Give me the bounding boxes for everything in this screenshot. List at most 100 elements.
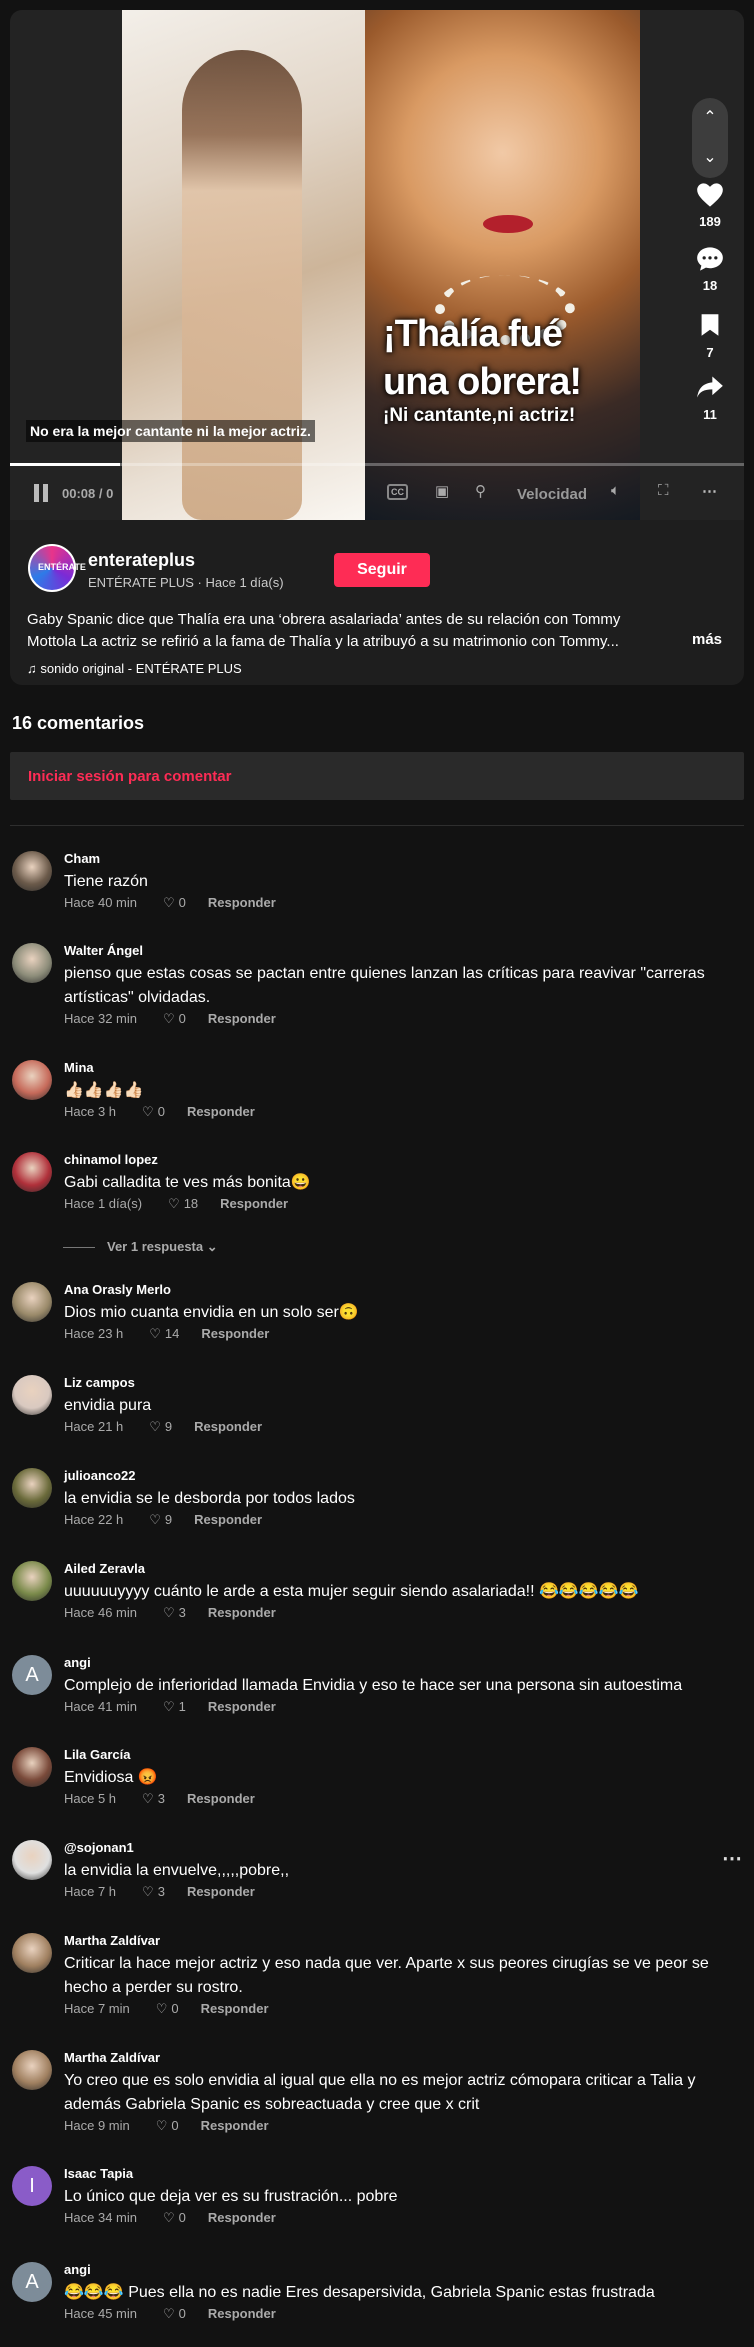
reply-button[interactable]: Responder: [208, 2306, 276, 2321]
sound-link[interactable]: ♫ sonido original - ENTÉRATE PLUS: [27, 661, 242, 676]
heart-outline-icon[interactable]: ♡: [142, 1104, 154, 1120]
more-link[interactable]: más: [692, 631, 722, 648]
commenter-name[interactable]: Cham: [64, 851, 100, 866]
cc-icon[interactable]: CC: [387, 484, 408, 500]
reply-button[interactable]: Responder: [187, 1791, 255, 1806]
commenter-avatar[interactable]: [12, 1282, 52, 1322]
commenter-name[interactable]: Ailed Zeravla: [64, 1561, 145, 1576]
save-action[interactable]: 7: [686, 313, 734, 360]
speed-button[interactable]: Velocidad: [517, 486, 587, 503]
chevron-up-icon[interactable]: ⌃: [692, 98, 728, 138]
follow-button[interactable]: Seguir: [334, 553, 430, 587]
heart-outline-icon[interactable]: ♡: [163, 1605, 175, 1621]
commenter-name[interactable]: @sojonan1: [64, 1840, 134, 1855]
author-username[interactable]: enterateplus: [88, 550, 195, 571]
comment-text: uuuuuuyyyy cuánto le arde a esta mujer s…: [64, 1583, 639, 1600]
pip-icon[interactable]: ▣: [435, 482, 449, 500]
video-caption: No era la mejor cantante ni la mejor act…: [26, 420, 315, 442]
heart-outline-icon[interactable]: ♡: [163, 1011, 175, 1027]
progress-fill: [10, 463, 121, 466]
commenter-avatar[interactable]: [12, 1375, 52, 1415]
more-icon[interactable]: ⋯: [702, 482, 717, 500]
login-prompt[interactable]: Iniciar sesión para comentar: [28, 768, 231, 785]
heart-outline-icon[interactable]: ♡: [142, 1884, 154, 1900]
author-avatar[interactable]: ENTÉRATE: [28, 544, 86, 592]
heart-outline-icon[interactable]: ♡: [149, 1512, 161, 1528]
commenter-name[interactable]: Lila García: [64, 1747, 130, 1762]
reply-button[interactable]: Responder: [208, 895, 276, 910]
commenter-avatar[interactable]: [12, 851, 52, 891]
heart-outline-icon[interactable]: ♡: [168, 1196, 180, 1212]
view-replies-button[interactable]: Ver 1 respuesta ⌄: [63, 1239, 218, 1255]
reply-button[interactable]: Responder: [187, 1104, 255, 1119]
heart-outline-icon[interactable]: ♡: [149, 1326, 161, 1342]
heart-outline-icon[interactable]: ♡: [163, 2306, 175, 2322]
commenter-name[interactable]: Walter Ángel: [64, 943, 143, 958]
bookmark-icon[interactable]: [686, 313, 734, 345]
commenter-avatar[interactable]: [12, 2050, 52, 2090]
fullscreen-icon[interactable]: ⛶: [658, 482, 669, 499]
share-action[interactable]: 11: [686, 375, 734, 422]
pause-icon[interactable]: [34, 484, 48, 502]
heart-outline-icon[interactable]: ♡: [142, 1791, 154, 1807]
progress-bar[interactable]: [10, 463, 744, 466]
comment-more-icon[interactable]: ⋯: [722, 1846, 742, 1871]
reply-button[interactable]: Responder: [201, 2001, 269, 2016]
comment-date: Hace 1 día(s): [64, 1196, 143, 1211]
commenter-avatar[interactable]: [12, 1933, 52, 1973]
video-player[interactable]: ¡Thalía fué una obrera! ¡Ni cantante,ni …: [10, 10, 744, 520]
heart-outline-icon[interactable]: ♡: [156, 2118, 168, 2134]
commenter-name[interactable]: angi: [64, 1655, 91, 1670]
heart-outline-icon[interactable]: ♡: [163, 1699, 175, 1715]
like-action[interactable]: 189: [686, 182, 734, 229]
commenter-avatar[interactable]: [12, 943, 52, 983]
heart-outline-icon[interactable]: ♡: [156, 2001, 168, 2017]
commenter-avatar[interactable]: [12, 1561, 52, 1601]
commenter-name[interactable]: chinamol lopez: [64, 1152, 158, 1167]
speed-icon[interactable]: ⚲: [475, 482, 486, 500]
comment-icon[interactable]: [686, 246, 734, 278]
commenter-name[interactable]: Mina: [64, 1060, 94, 1075]
comment-count: 18: [702, 278, 718, 293]
share-icon[interactable]: [686, 375, 734, 407]
commenter-avatar[interactable]: A: [12, 2262, 52, 2302]
commenter-avatar[interactable]: [12, 1060, 52, 1100]
reply-button[interactable]: Responder: [201, 2118, 269, 2133]
commenter-name[interactable]: Martha Zaldívar: [64, 2050, 160, 2065]
comment-like-count: 0: [178, 895, 186, 910]
comment-action[interactable]: 18: [686, 246, 734, 293]
reply-button[interactable]: Responder: [194, 1419, 262, 1434]
reply-button[interactable]: Responder: [220, 1196, 288, 1211]
commenter-name[interactable]: Ana Orasly Merlo: [64, 1282, 171, 1297]
commenter-name[interactable]: Isaac Tapia: [64, 2166, 133, 2181]
commenter-avatar[interactable]: A: [12, 1655, 52, 1695]
commenter-avatar[interactable]: I: [12, 2166, 52, 2206]
heart-outline-icon[interactable]: ♡: [163, 895, 175, 911]
login-to-comment[interactable]: Iniciar sesión para comentar: [10, 752, 744, 800]
volume-icon[interactable]: 🔈︎: [611, 482, 620, 499]
commenter-name[interactable]: Liz campos: [64, 1375, 135, 1390]
reply-button[interactable]: Responder: [208, 2210, 276, 2225]
heart-outline-icon[interactable]: ♡: [149, 1419, 161, 1435]
heart-outline-icon[interactable]: ♡: [163, 2210, 175, 2226]
comment-meta: Hace 32 min ♡ 0 Responder: [64, 1011, 276, 1027]
reply-button[interactable]: Responder: [194, 1512, 262, 1527]
commenter-avatar[interactable]: [12, 1468, 52, 1508]
commenter-avatar[interactable]: [12, 1152, 52, 1192]
commenter-name[interactable]: julioanco22: [64, 1468, 136, 1483]
author-meta: ENTÉRATE PLUS · Hace 1 día(s): [88, 575, 284, 590]
reply-button[interactable]: Responder: [208, 1011, 276, 1026]
reply-button[interactable]: Responder: [187, 1884, 255, 1899]
reply-button[interactable]: Responder: [208, 1699, 276, 1714]
commenter-name[interactable]: Martha Zaldívar: [64, 1933, 160, 1948]
commenter-name[interactable]: angi: [64, 2262, 91, 2277]
heart-icon[interactable]: [686, 182, 734, 214]
comment-like-count: 3: [178, 1605, 186, 1620]
view-replies-label[interactable]: Ver 1 respuesta ⌄: [107, 1239, 218, 1254]
commenter-avatar[interactable]: [12, 1840, 52, 1880]
chevron-down-icon[interactable]: ⌄: [692, 138, 728, 178]
reply-button[interactable]: Responder: [201, 1326, 269, 1341]
reply-button[interactable]: Responder: [208, 1605, 276, 1620]
commenter-avatar[interactable]: [12, 1747, 52, 1787]
comment-text: Criticar la hace mejor actriz y eso nada…: [64, 1955, 709, 1996]
